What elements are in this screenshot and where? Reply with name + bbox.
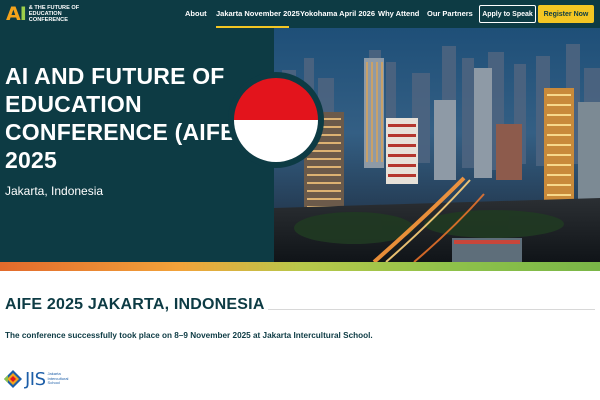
nav-item-about[interactable]: About — [185, 9, 207, 18]
conference-summary-text: The conference successfully took place o… — [5, 331, 373, 340]
jis-emblem-icon — [4, 370, 22, 388]
hero-title: AI AND FUTURE OF EDUCATION CONFERENCE (A… — [5, 63, 244, 173]
hero-banner: AI AND FUTURE OF EDUCATION CONFERENCE (A… — [0, 28, 600, 262]
nav-item-our-partners[interactable]: Our Partners — [427, 9, 473, 18]
logo-mark: AI — [6, 2, 27, 25]
jis-wordmark: JIS — [25, 368, 46, 390]
decorative-stripe — [0, 262, 600, 271]
site-logo[interactable]: AI & THE FUTURE OF EDUCATION CONFERENCE — [6, 3, 95, 25]
logo-text: & THE FUTURE OF EDUCATION CONFERENCE — [28, 5, 80, 23]
register-now-button[interactable]: Register Now — [538, 5, 594, 23]
apply-to-speak-button[interactable]: Apply to Speak — [479, 5, 536, 23]
jis-partner-logo[interactable]: JIS Jakarta Intercultural School — [3, 367, 72, 391]
jis-caption: Jakarta Intercultural School — [47, 371, 69, 386]
section-heading: AIFE 2025 JAKARTA, INDONESIA — [5, 296, 265, 313]
jakarta-skyline-image — [274, 28, 600, 262]
nav-item-jakarta-november-2025[interactable]: Jakarta November 2025 — [216, 9, 300, 18]
indonesia-flag-icon — [228, 72, 324, 168]
top-navigation-bar: AI & THE FUTURE OF EDUCATION CONFERENCE … — [0, 0, 600, 28]
nav-item-why-attend[interactable]: Why Attend — [378, 9, 419, 18]
heading-divider — [268, 309, 595, 310]
nav-item-yokohama-april-2026[interactable]: Yokohama April 2026 — [300, 9, 375, 18]
hero-subtitle: Jakarta, Indonesia — [5, 184, 104, 198]
